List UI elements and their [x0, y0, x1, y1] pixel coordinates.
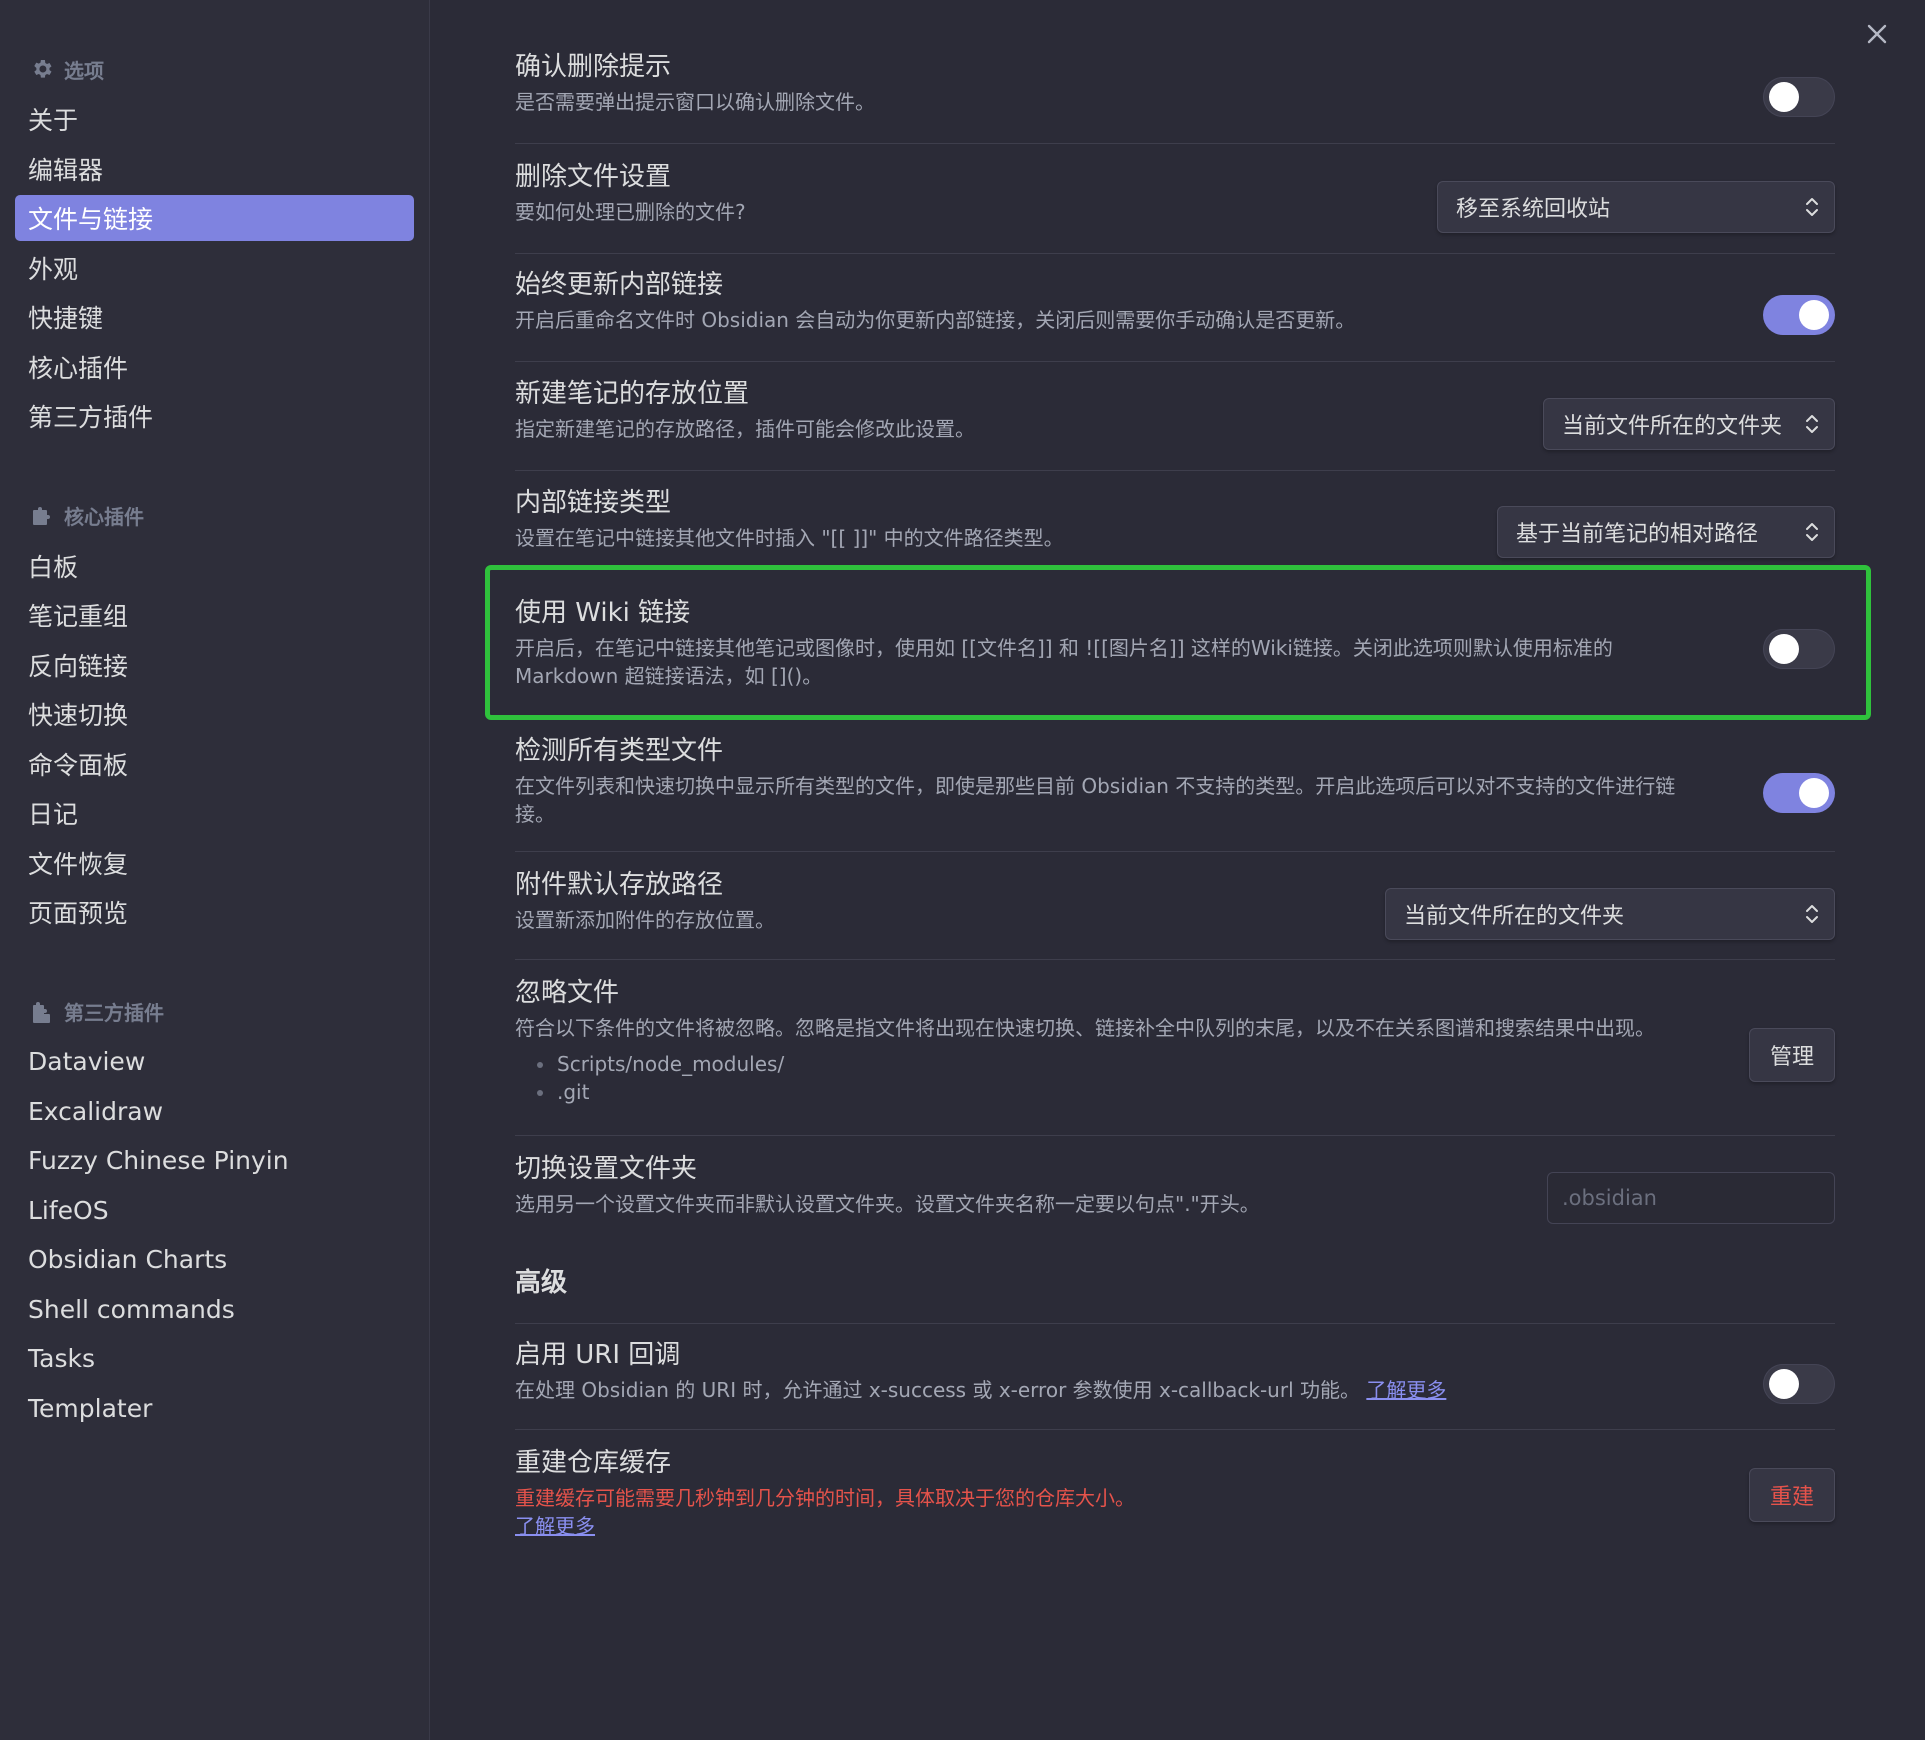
list-item: Scripts/node_modules/ [515, 1050, 1835, 1078]
excluded-files-list: Scripts/node_modules/ .git [515, 1050, 1835, 1106]
sidebar-item-backlinks[interactable]: 反向链接 [15, 642, 414, 688]
sidebar-item-excalidraw[interactable]: Excalidraw [15, 1088, 414, 1134]
setting-update-links: 始终更新内部链接 开启后重命名文件时 Obsidian 会自动为你更新内部链接，… [515, 268, 1835, 362]
advanced-heading: 高级 [515, 1262, 1835, 1324]
sidebar-item-core-plugins[interactable]: 核心插件 [15, 344, 414, 390]
manage-button[interactable]: 管理 [1748, 1028, 1835, 1082]
chevron-up-down-icon [1806, 904, 1818, 923]
sidebar-item-note-composer[interactable]: 笔记重组 [15, 592, 414, 638]
setting-name: 使用 Wiki 链接 [515, 598, 691, 628]
setting-name: 始终更新内部链接 [515, 270, 724, 300]
sidebar-item-file-recovery[interactable]: 文件恢复 [15, 840, 414, 886]
setting-description: 在处理 Obsidian 的 URI 时，允许通过 x-success 或 x-… [515, 1378, 1447, 1402]
update-links-toggle[interactable] [1763, 294, 1835, 335]
setting-description: 重建缓存可能需要几秒钟到几分钟的时间，具体取决于您的仓库大小。 [515, 1486, 1135, 1510]
sidebar-item-lifeos[interactable]: LifeOS [15, 1187, 414, 1233]
setting-uri-callback: 启用 URI 回调 在处理 Obsidian 的 URI 时，允许通过 x-su… [515, 1338, 1835, 1430]
setting-new-note-location: 新建笔记的存放位置 指定新建笔记的存放路径，插件可能会修改此设置。 当前文件所在… [515, 377, 1835, 471]
learn-more-link[interactable]: 了解更多 [1366, 1378, 1446, 1402]
uri-callback-toggle[interactable] [1763, 1363, 1835, 1404]
sidebar-item-templater[interactable]: Templater [15, 1385, 414, 1431]
chevron-up-down-icon [1806, 197, 1818, 216]
puzzle-icon [30, 504, 54, 528]
sidebar-item-obsidian-charts[interactable]: Obsidian Charts [15, 1237, 414, 1283]
setting-description: 在文件列表和快速切换中显示所有类型的文件，即使是那些目前 Obsidian 不支… [515, 774, 1676, 826]
setting-name: 忽略文件 [515, 978, 620, 1008]
sidebar-item-fuzzy-pinyin[interactable]: Fuzzy Chinese Pinyin [15, 1138, 414, 1184]
setting-wiki-links: 使用 Wiki 链接 开启后，在笔记中链接其他笔记或图像时，使用如 [[文件名]… [515, 596, 1835, 702]
setting-excluded-files: 忽略文件 符合以下条件的文件将被忽略。忽略是指文件将出现在快速切换、链接补全中队… [515, 976, 1835, 1136]
new-note-location-select[interactable]: 当前文件所在的文件夹 [1543, 397, 1835, 450]
setting-description: 符合以下条件的文件将被忽略。忽略是指文件将出现在快速切换、链接补全中队列的末尾，… [515, 1016, 1655, 1040]
core-plugins-group-title: 核心插件 [30, 497, 429, 535]
setting-detect-all-files: 检测所有类型文件 在文件列表和快速切换中显示所有类型的文件，即使是那些目前 Ob… [515, 734, 1835, 852]
sidebar-item-command-palette[interactable]: 命令面板 [15, 741, 414, 787]
close-icon [1867, 24, 1887, 44]
setting-name: 检测所有类型文件 [515, 736, 724, 766]
setting-rebuild-cache: 重建仓库缓存 重建缓存可能需要几秒钟到几分钟的时间，具体取决于您的仓库大小。 了… [515, 1446, 1835, 1566]
learn-more-link[interactable]: 了解更多 [515, 1514, 595, 1538]
rebuild-button[interactable]: 重建 [1748, 1468, 1835, 1522]
sidebar-item-daily-notes[interactable]: 日记 [15, 790, 414, 836]
community-plugins-group-title: 第三方插件 [30, 993, 429, 1031]
gear-icon [30, 57, 54, 81]
setting-name: 启用 URI 回调 [515, 1340, 681, 1370]
setting-description: 是否需要弹出提示窗口以确认删除文件。 [515, 90, 875, 114]
close-button[interactable] [1859, 16, 1895, 52]
confirm-delete-toggle[interactable] [1763, 76, 1835, 117]
sidebar-item-dataview[interactable]: Dataview [15, 1039, 414, 1085]
setting-name: 重建仓库缓存 [515, 1448, 672, 1478]
chevron-up-down-icon [1806, 414, 1818, 433]
setting-description: 开启后重命名文件时 Obsidian 会自动为你更新内部链接，关闭后则需要你手动… [515, 308, 1356, 332]
setting-deleted-files: 删除文件设置 要如何处理已删除的文件? 移至系统回收站 [515, 160, 1835, 254]
setting-name: 确认删除提示 [515, 52, 672, 82]
attachment-path-select[interactable]: 当前文件所在的文件夹 [1385, 887, 1835, 940]
sidebar-item-canvas[interactable]: 白板 [15, 543, 414, 589]
chevron-up-down-icon [1806, 523, 1818, 541]
setting-attachment-path: 附件默认存放路径 设置新添加附件的存放位置。 当前文件所在的文件夹 [515, 868, 1835, 960]
sidebar-item-tasks[interactable]: Tasks [15, 1336, 414, 1382]
setting-link-format: 内部链接类型 设置在笔记中链接其他文件时插入 "[[ ]]" 中的文件路径类型。… [515, 486, 1835, 578]
puzzles-icon [30, 1000, 54, 1024]
sidebar-item-community-plugins[interactable]: 第三方插件 [15, 393, 414, 439]
options-group-title: 选项 [30, 50, 429, 88]
list-item: .git [515, 1078, 1835, 1106]
detect-all-toggle[interactable] [1763, 772, 1835, 813]
setting-config-folder: 切换设置文件夹 选用另一个设置文件夹而非默认设置文件夹。设置文件夹名称一定要以句… [515, 1152, 1835, 1244]
link-format-select[interactable]: 基于当前笔记的相对路径 [1497, 506, 1835, 558]
setting-description: 开启后，在笔记中链接其他笔记或图像时，使用如 [[文件名]] 和 ![[图片名]… [515, 636, 1613, 688]
sidebar-item-quick-switcher[interactable]: 快速切换 [15, 691, 414, 737]
sidebar-item-page-preview[interactable]: 页面预览 [15, 889, 414, 935]
wiki-links-toggle[interactable] [1763, 629, 1835, 669]
setting-confirm-delete: 确认删除提示 是否需要弹出提示窗口以确认删除文件。 [515, 50, 1835, 144]
sidebar-item-about[interactable]: 关于 [15, 96, 414, 142]
sidebar-item-editor[interactable]: 编辑器 [15, 146, 414, 192]
sidebar-item-shell-commands[interactable]: Shell commands [15, 1286, 414, 1332]
sidebar-item-appearance[interactable]: 外观 [15, 245, 414, 291]
settings-sidebar: 选项 关于 编辑器 文件与链接 外观 快捷键 核心插件 第三方插件 核心插件 白… [0, 0, 430, 1740]
config-folder-input[interactable]: .obsidian [1547, 1172, 1835, 1224]
sidebar-item-files-links[interactable]: 文件与链接 [15, 195, 414, 241]
sidebar-item-hotkeys[interactable]: 快捷键 [15, 294, 414, 340]
deleted-files-select[interactable]: 移至系统回收站 [1437, 180, 1835, 233]
